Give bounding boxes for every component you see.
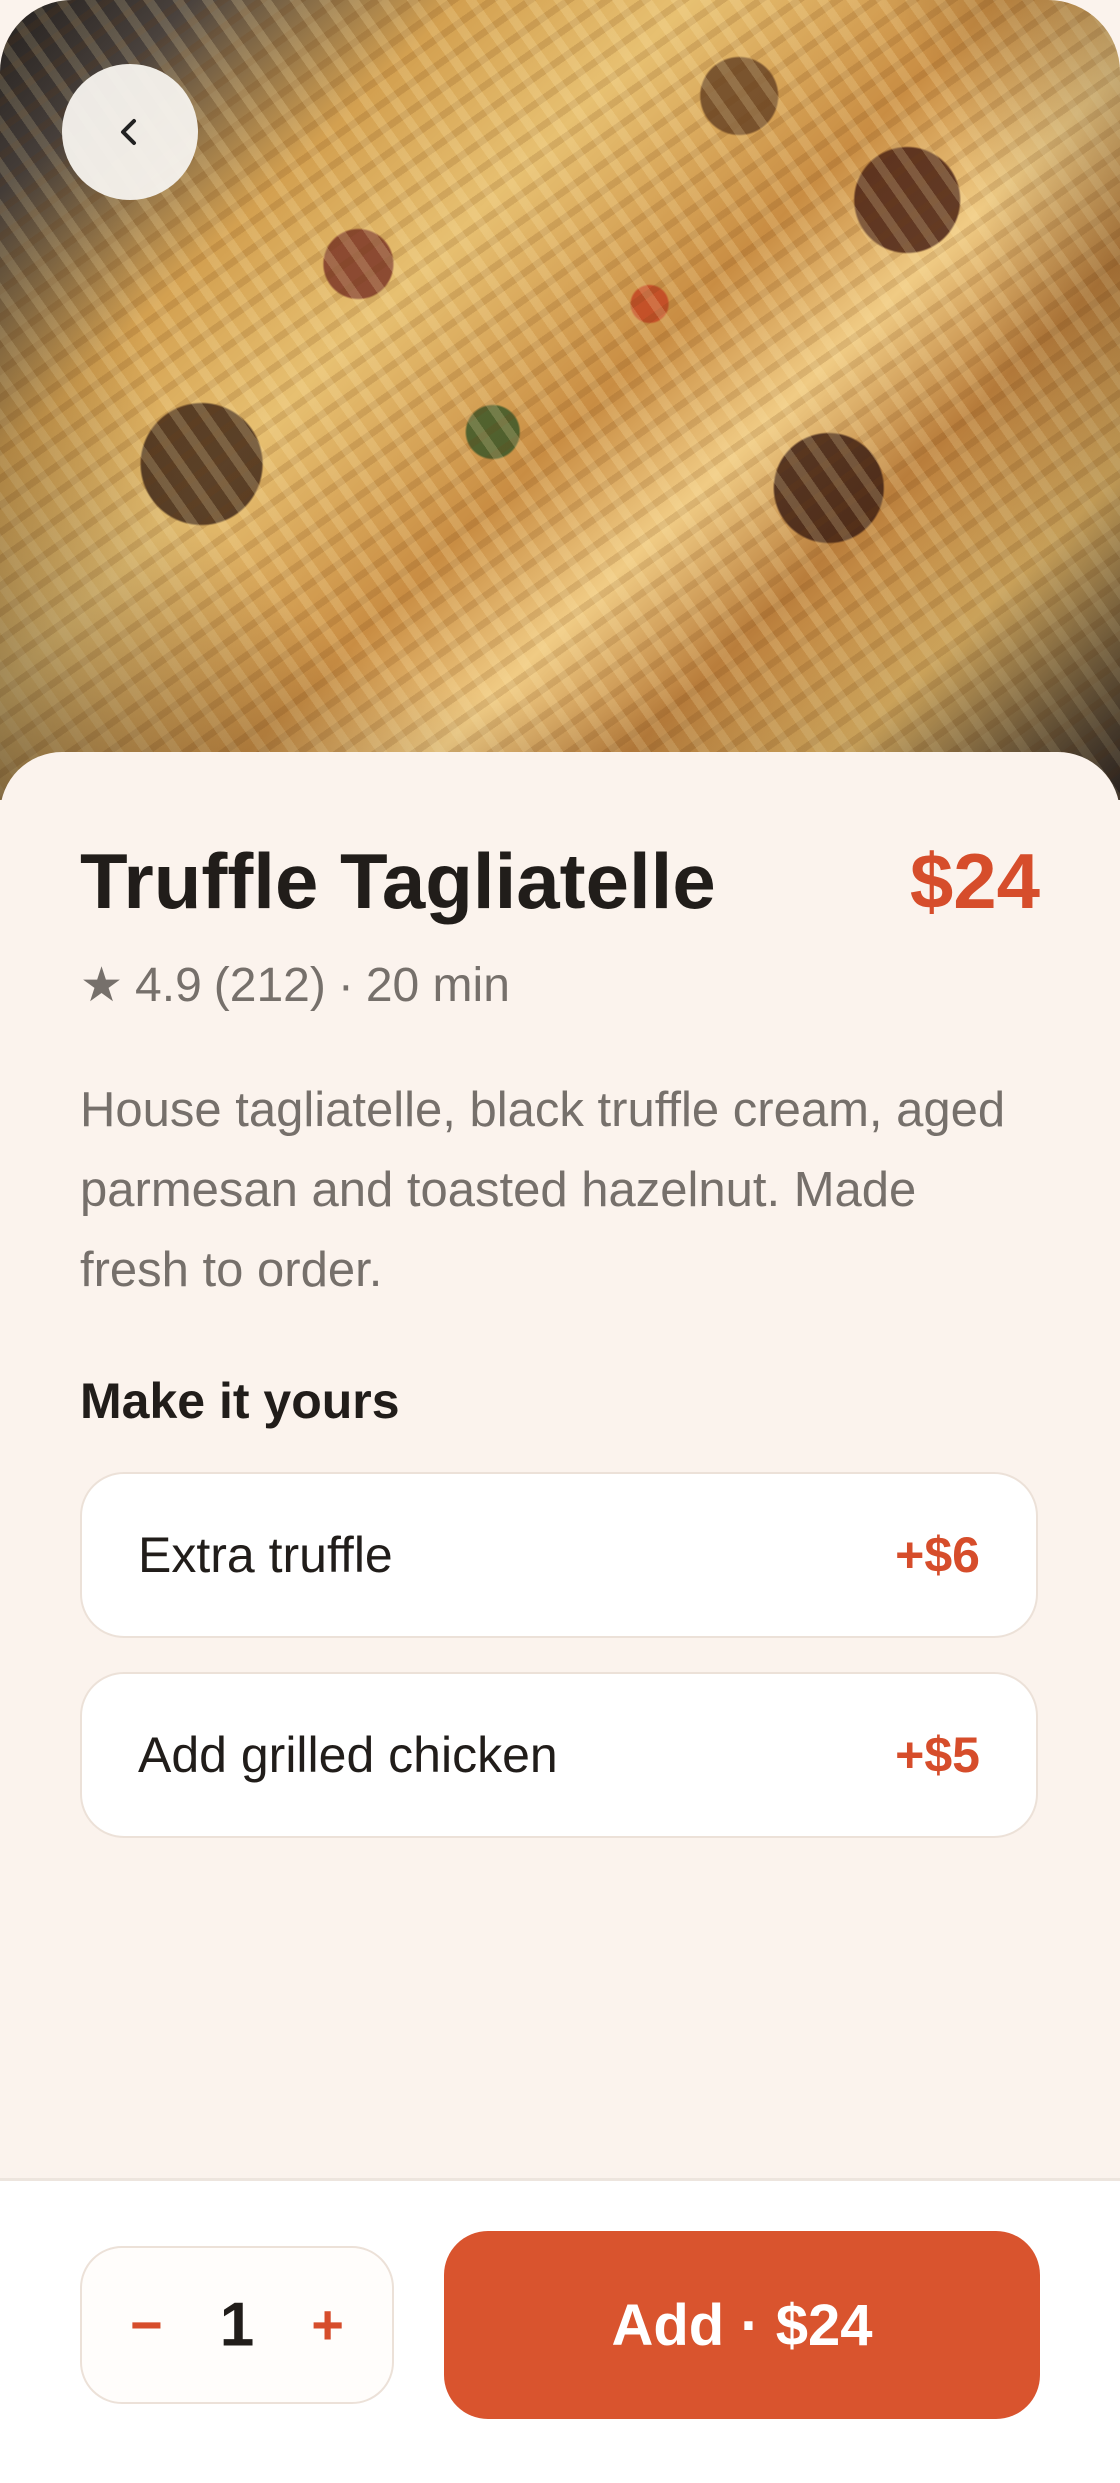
back-button[interactable] xyxy=(62,64,198,200)
rating-value: 4.9 xyxy=(135,959,202,1012)
details-sheet: Truffle Tagliatelle $24 ★ 4.9 (212) · 20… xyxy=(0,752,1120,2180)
checkout-footer: − 1 + Add · $24 xyxy=(0,2178,1120,2483)
option-price: +$6 xyxy=(895,1527,980,1583)
dish-title: Truffle Tagliatelle xyxy=(80,837,716,925)
dish-description: House tagliatelle, black truffle cream, … xyxy=(80,1083,1006,1297)
increase-quantity-button[interactable]: + xyxy=(311,2297,344,2353)
chevron-left-icon xyxy=(121,119,136,145)
title-row: Truffle Tagliatelle $24 xyxy=(80,842,1040,952)
quantity-stepper: − 1 + xyxy=(80,2246,394,2404)
dish-meta: ★ 4.9 (212) · 20 min xyxy=(80,958,510,1013)
review-count: (212) xyxy=(213,959,326,1012)
option-label: Add grilled chicken xyxy=(138,1727,558,1783)
prep-time: 20 min xyxy=(365,959,510,1012)
option-price: +$5 xyxy=(895,1727,980,1783)
add-to-cart-button[interactable]: Add · $24 xyxy=(444,2231,1040,2419)
option-extra-truffle[interactable]: Extra truffle +$6 xyxy=(80,1472,1038,1638)
option-label: Extra truffle xyxy=(138,1527,393,1583)
dish-price: $24 xyxy=(909,837,1040,925)
star-icon: ★ xyxy=(80,958,124,1012)
meta-separator: · xyxy=(337,959,354,1012)
decrease-quantity-button[interactable]: − xyxy=(130,2297,163,2353)
customization-title: Make it yours xyxy=(80,1373,400,1429)
quantity-value: 1 xyxy=(219,2290,255,2360)
option-grilled-chicken[interactable]: Add grilled chicken +$5 xyxy=(80,1672,1038,1838)
